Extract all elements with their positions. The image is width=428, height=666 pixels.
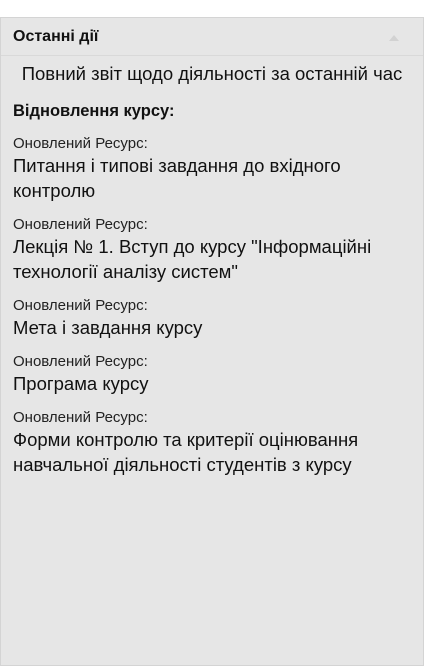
activity-link[interactable]: Мета і завдання курсу [13,315,411,340]
activity-label: Оновлений Ресурс: [13,297,148,314]
block-header: Останні дії [1,18,423,56]
section-heading: Відновлення курсу: [13,102,175,120]
block-content: Повний звіт щодо діяльності за останній … [1,56,423,477]
activity-link[interactable]: Питання і типові завдання до вхідного ко… [13,153,411,203]
activity-label: Оновлений Ресурс: [13,353,148,370]
activity-label: Оновлений Ресурс: [13,216,148,233]
activity-item: Оновлений Ресурс: Форми контролю та крит… [13,408,411,477]
chevron-up-icon[interactable] [387,31,401,45]
activity-item: Оновлений Ресурс: Лекція № 1. Вступ до к… [13,215,411,284]
full-report-link[interactable]: Повний звіт щодо діяльності за останній … [13,56,411,86]
activity-item: Оновлений Ресурс: Питання і типові завда… [13,134,411,203]
block-title: Останні дії [13,28,99,45]
recent-activity-block: Останні дії Повний звіт щодо діяльності … [0,17,424,666]
activity-link[interactable]: Форми контролю та критерії оцінювання на… [13,427,411,477]
activity-label: Оновлений Ресурс: [13,409,148,426]
activity-item: Оновлений Ресурс: Програма курсу [13,352,411,396]
activity-label: Оновлений Ресурс: [13,135,148,152]
activity-link[interactable]: Лекція № 1. Вступ до курсу "Інформаційні… [13,234,411,284]
activity-link[interactable]: Програма курсу [13,371,411,396]
activity-item: Оновлений Ресурс: Мета і завдання курсу [13,296,411,340]
